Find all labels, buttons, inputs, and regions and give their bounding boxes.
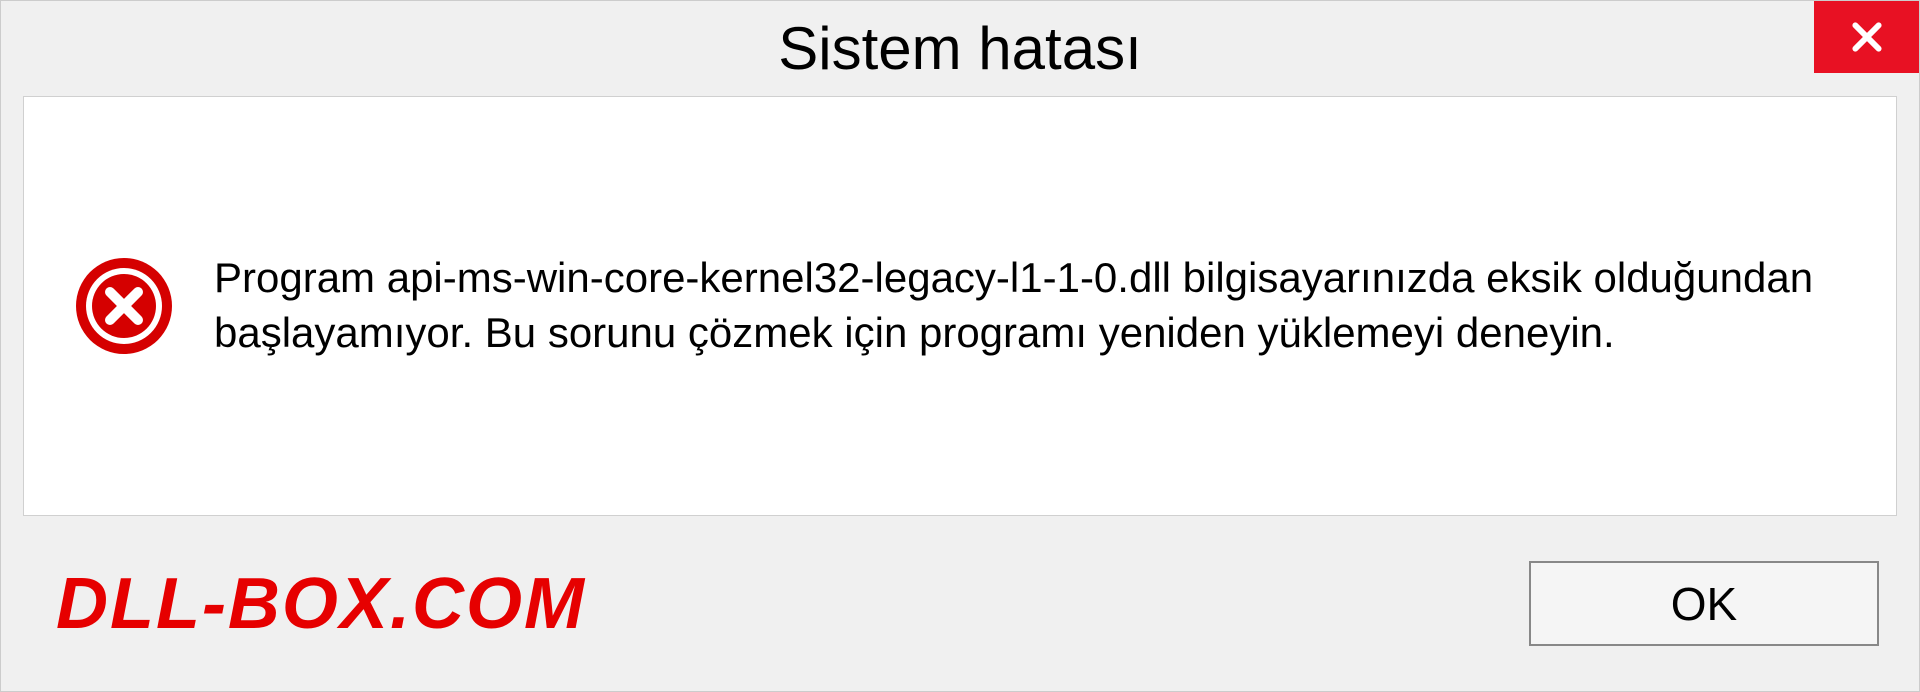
titlebar: Sistem hatası (1, 1, 1919, 96)
watermark-text: DLL-BOX.COM (56, 563, 586, 645)
content-panel: Program api-ms-win-core-kernel32-legacy-… (23, 96, 1897, 516)
ok-button[interactable]: OK (1529, 561, 1879, 646)
ok-button-label: OK (1671, 577, 1737, 631)
dialog-footer: DLL-BOX.COM OK (1, 516, 1919, 691)
close-button[interactable] (1814, 1, 1919, 73)
close-icon (1847, 17, 1887, 57)
dialog-title: Sistem hatası (778, 14, 1142, 83)
error-icon (74, 256, 174, 356)
error-message: Program api-ms-win-core-kernel32-legacy-… (214, 251, 1846, 360)
error-dialog: Sistem hatası Program api-ms-win-core-ke… (0, 0, 1920, 692)
